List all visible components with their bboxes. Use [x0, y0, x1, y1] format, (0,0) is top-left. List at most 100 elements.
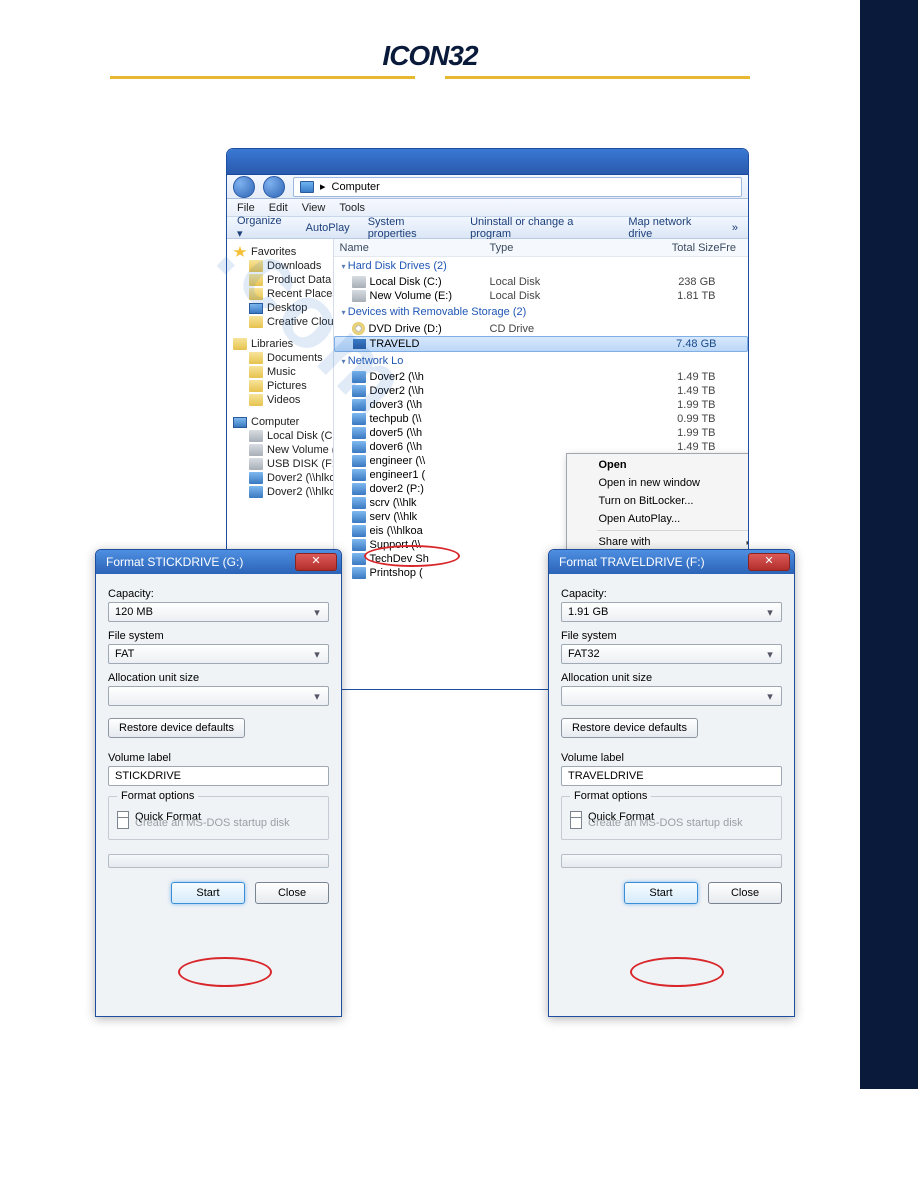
close-button[interactable]: ✕ [295, 553, 337, 571]
disk-icon [352, 290, 366, 302]
ctx-turn-on-bitlocker[interactable]: Turn on BitLocker... [569, 492, 749, 510]
alloc-select[interactable]: ▾ [108, 686, 329, 706]
nav-forward-button[interactable] [263, 176, 285, 198]
volume-label-input[interactable]: STICKDRIVE [108, 766, 329, 786]
ctx-open-in-new-window[interactable]: Open in new window [569, 474, 749, 492]
netdrive-icon [352, 567, 366, 579]
folder-icon [249, 380, 263, 392]
menu-view[interactable]: View [302, 202, 326, 214]
ctx-open-autoplay[interactable]: Open AutoPlay... [569, 510, 749, 528]
progress-bar [108, 854, 329, 868]
capacity-label: Capacity: [108, 588, 329, 600]
nav-item-recent[interactable]: Recent Places [227, 287, 333, 301]
nav-computer[interactable]: Computer [227, 415, 333, 429]
start-button[interactable]: Start [624, 882, 698, 904]
menu-bar[interactable]: File Edit View Tools [227, 199, 748, 217]
chevron-down-icon: ▾ [763, 606, 777, 619]
nav-item-dover2-g[interactable]: Dover2 (\\hlkoas01) (G: [227, 471, 333, 485]
menu-file[interactable]: File [237, 202, 255, 214]
computer-icon [300, 181, 314, 193]
drive-network[interactable]: dover5 (\\h1.99 TB [334, 426, 749, 440]
drive-network[interactable]: Dover2 (\\h1.49 TB [334, 370, 749, 384]
netdrive-icon [249, 486, 263, 498]
drive-newvolume-e[interactable]: New Volume (E:) Local Disk 1.81 TB [334, 289, 749, 303]
netdrive-icon [352, 511, 366, 523]
tb-uninstall[interactable]: Uninstall or change a program [470, 216, 610, 240]
close-button[interactable]: ✕ [748, 553, 790, 571]
nav-item-documents[interactable]: Documents [227, 351, 333, 365]
drive-traveldrive[interactable]: TRAVELD 7.48 GB [334, 336, 749, 352]
col-type[interactable]: Type [490, 242, 620, 254]
filesystem-label: File system [108, 630, 329, 642]
tb-mapdrive[interactable]: Map network drive [628, 216, 714, 240]
nav-item-downloads[interactable]: Downloads [227, 259, 333, 273]
format-titlebar[interactable]: Format TRAVELDRIVE (F:) ✕ [549, 550, 794, 574]
nav-back-button[interactable] [233, 176, 255, 198]
desktop-icon [249, 303, 263, 314]
netdrive-icon [352, 469, 366, 481]
folder-icon [249, 352, 263, 364]
col-free[interactable]: Fre [720, 242, 743, 254]
col-size[interactable]: Total Size [620, 242, 720, 254]
folder-icon [249, 260, 263, 272]
group-network[interactable]: Network Lo [334, 352, 749, 370]
ctx-open[interactable]: Open [569, 456, 749, 474]
volume-label-input[interactable]: TRAVELDRIVE [561, 766, 782, 786]
menu-tools[interactable]: Tools [339, 202, 365, 214]
group-hdd[interactable]: Hard Disk Drives (2) [334, 257, 749, 275]
nav-item-music[interactable]: Music [227, 365, 333, 379]
address-bar[interactable]: ▸ Computer [293, 177, 742, 197]
nav-item-pictures[interactable]: Pictures [227, 379, 333, 393]
nav-item-productdata[interactable]: Product Data [227, 273, 333, 287]
nav-item-localdisk-c[interactable]: Local Disk (C:) [227, 429, 333, 443]
nav-item-videos[interactable]: Videos [227, 393, 333, 407]
restore-defaults-button[interactable]: Restore device defaults [561, 718, 698, 738]
drive-local-c[interactable]: Local Disk (C:) Local Disk 238 GB [334, 275, 749, 289]
alloc-label: Allocation unit size [561, 672, 782, 684]
filesystem-select[interactable]: FAT32▾ [561, 644, 782, 664]
nav-libraries[interactable]: Libraries [227, 337, 333, 351]
drive-dvd[interactable]: DVD Drive (D:) CD Drive [334, 321, 749, 336]
tb-more[interactable]: » [732, 222, 738, 234]
restore-defaults-button[interactable]: Restore device defaults [108, 718, 245, 738]
menu-edit[interactable]: Edit [269, 202, 288, 214]
checkbox-icon [117, 817, 129, 829]
breadcrumb: Computer [332, 181, 380, 193]
netdrive-icon [352, 413, 366, 425]
format-dialog-traveldrive: Format TRAVELDRIVE (F:) ✕ Capacity: 1.91… [548, 549, 795, 1017]
drive-network[interactable]: Dover2 (\\h1.49 TB [334, 384, 749, 398]
tb-organize[interactable]: Organize ▾ [237, 215, 288, 240]
tb-autoplay[interactable]: AutoPlay [306, 222, 350, 234]
folder-icon [249, 316, 263, 328]
chevron-down-icon: ▾ [763, 690, 777, 703]
nav-item-desktop[interactable]: Desktop [227, 301, 333, 315]
close-button[interactable]: Close [255, 882, 329, 904]
drive-network[interactable]: techpub (\\0.99 TB [334, 412, 749, 426]
col-name[interactable]: Name [340, 242, 490, 254]
filesystem-select[interactable]: FAT▾ [108, 644, 329, 664]
format-titlebar[interactable]: Format STICKDRIVE (G:) ✕ [96, 550, 341, 574]
netdrive-icon [352, 483, 366, 495]
nav-item-dover2-h[interactable]: Dover2 (\\hlkoas01) (H: [227, 485, 333, 499]
nav-item-creativecloud[interactable]: Creative Cloud Files [227, 315, 333, 329]
header-rule [0, 76, 860, 79]
page-logo: ICON32 [0, 40, 860, 72]
close-button[interactable]: Close [708, 882, 782, 904]
nav-favorites[interactable]: Favorites [227, 245, 333, 259]
netdrive-icon [249, 472, 263, 484]
drive-network[interactable]: dover3 (\\h1.99 TB [334, 398, 749, 412]
start-button[interactable]: Start [171, 882, 245, 904]
nav-item-newvolume-e[interactable]: New Volume (E:) [227, 443, 333, 457]
capacity-select[interactable]: 1.91 GB▾ [561, 602, 782, 622]
chevron-down-icon: ▾ [763, 648, 777, 661]
netdrive-icon [352, 553, 366, 565]
column-headers[interactable]: Name Type Total Size Fre [334, 239, 749, 257]
drive-network[interactable]: dover6 (\\h1.49 TB [334, 440, 749, 454]
nav-item-usbdisk-f[interactable]: USB DISK (F:) [227, 457, 333, 471]
tb-sysprop[interactable]: System properties [368, 216, 452, 240]
libraries-icon [233, 338, 247, 350]
group-removable[interactable]: Devices with Removable Storage (2) [334, 303, 749, 321]
alloc-select[interactable]: ▾ [561, 686, 782, 706]
capacity-select[interactable]: 120 MB▾ [108, 602, 329, 622]
progress-bar [561, 854, 782, 868]
